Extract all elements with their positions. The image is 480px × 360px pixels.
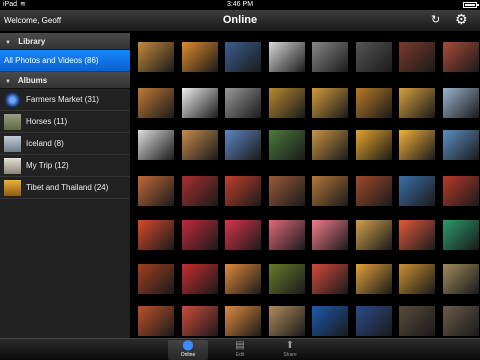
photo-thumbnail[interactable]: [399, 88, 435, 118]
sidebar-item-horses[interactable]: Horses (11): [0, 111, 130, 133]
photo-thumbnail[interactable]: [182, 220, 218, 250]
tab-share[interactable]: ⬆ Share: [270, 340, 310, 360]
photo-thumbnail[interactable]: [182, 130, 218, 160]
photo-thumbnail[interactable]: [443, 130, 479, 160]
photo-thumbnail[interactable]: [225, 130, 261, 160]
photo-thumbnail[interactable]: [356, 264, 392, 294]
photo-thumbnail[interactable]: [443, 176, 479, 206]
photo-thumbnail[interactable]: [182, 264, 218, 294]
photo-thumbnail[interactable]: [225, 88, 261, 118]
albums-section-header[interactable]: ▼ Albums: [0, 72, 130, 89]
refresh-icon[interactable]: ↻: [431, 13, 440, 26]
photo-thumbnail[interactable]: [399, 130, 435, 160]
photo-thumbnail[interactable]: [269, 264, 305, 294]
photo-thumbnail[interactable]: [399, 176, 435, 206]
album-thumbnail: [4, 180, 21, 196]
photo-thumbnail[interactable]: [225, 42, 261, 72]
photo-thumbnail[interactable]: [269, 176, 305, 206]
library-header-label: Library: [18, 37, 46, 46]
photo-thumbnail[interactable]: [269, 306, 305, 336]
album-thumbnail: [4, 114, 21, 130]
tab-label: Share: [283, 352, 297, 358]
photo-thumbnail[interactable]: [269, 88, 305, 118]
photo-thumbnail[interactable]: [138, 88, 174, 118]
photo-thumbnail[interactable]: [182, 306, 218, 336]
photo-thumbnail[interactable]: [356, 130, 392, 160]
photo-thumbnail[interactable]: [443, 88, 479, 118]
photo-thumbnail[interactable]: [225, 264, 261, 294]
photo-thumbnail[interactable]: [225, 220, 261, 250]
sidebar-item-iceland[interactable]: Iceland (8): [0, 133, 130, 155]
tab-bar: ⬤ Online ▤ Edit ⬆ Share: [0, 338, 480, 360]
sidebar-item-farmers-market[interactable]: Farmers Market (31): [0, 89, 130, 111]
sidebar-item-label: All Photos and Videos (86): [4, 56, 99, 65]
photo-thumbnail[interactable]: [356, 306, 392, 336]
photo-thumbnail[interactable]: [356, 220, 392, 250]
photo-thumbnail[interactable]: [356, 176, 392, 206]
albums-header-label: Albums: [17, 76, 48, 85]
photo-thumbnail[interactable]: [399, 42, 435, 72]
photo-thumbnail[interactable]: [312, 130, 348, 160]
photo-thumbnail[interactable]: [269, 220, 305, 250]
photo-thumbnail[interactable]: [138, 42, 174, 72]
sidebar-item-tibet-and-thailand[interactable]: Tibet and Thailand (24): [0, 177, 130, 199]
photo-thumbnail[interactable]: [312, 88, 348, 118]
disclosure-triangle-icon: ▼: [5, 40, 11, 46]
sidebar-item-label: Farmers Market (31): [26, 95, 99, 104]
photo-thumbnail[interactable]: [312, 264, 348, 294]
page-title: Online: [222, 14, 258, 26]
disclosure-triangle-icon: ▼: [5, 79, 11, 85]
photo-thumbnail[interactable]: [356, 42, 392, 72]
sidebar-item-label: My Trip (12): [26, 161, 69, 170]
photo-thumbnail[interactable]: [312, 176, 348, 206]
photo-thumbnail[interactable]: [182, 176, 218, 206]
photo-thumbnail[interactable]: [356, 88, 392, 118]
battery-icon: [463, 2, 479, 8]
photo-thumbnail[interactable]: [443, 220, 479, 250]
photo-thumbnail[interactable]: [138, 264, 174, 294]
photo-thumbnail[interactable]: [225, 306, 261, 336]
photo-thumbnail[interactable]: [138, 176, 174, 206]
photo-thumbnail[interactable]: [443, 264, 479, 294]
sidebar-item-my-trip[interactable]: My Trip (12): [0, 155, 130, 177]
gear-icon[interactable]: ⚙: [455, 11, 468, 28]
tab-edit[interactable]: ▤ Edit: [220, 340, 260, 360]
navigation-bar: Welcome, Geoff Online ↻ ⚙: [0, 10, 480, 32]
online-icon: ⬤: [182, 340, 194, 351]
sidebar: ▼ Library All Photos and Videos (86) ▼ A…: [0, 33, 131, 338]
photo-thumbnail[interactable]: [225, 176, 261, 206]
photo-thumbnail[interactable]: [269, 42, 305, 72]
photo-thumbnail[interactable]: [182, 42, 218, 72]
edit-icon: ▤: [235, 340, 245, 351]
clock: 3:46 PM: [226, 1, 254, 8]
sidebar-item-label: Tibet and Thailand (24): [26, 183, 109, 192]
photo-thumbnail[interactable]: [182, 88, 218, 118]
photo-thumbnail[interactable]: [443, 42, 479, 72]
library-section-header[interactable]: ▼ Library: [0, 33, 130, 50]
photo-thumbnail[interactable]: [138, 306, 174, 336]
photo-thumbnail[interactable]: [138, 130, 174, 160]
album-thumbnail: [4, 158, 21, 174]
share-icon: ⬆: [285, 340, 295, 351]
tab-label: Edit: [235, 352, 245, 358]
photo-thumbnail[interactable]: [443, 306, 479, 336]
photo-thumbnail[interactable]: [399, 264, 435, 294]
status-bar: iPad ≋ 3:46 PM: [0, 0, 480, 10]
photo-thumbnail[interactable]: [399, 220, 435, 250]
tab-label: Online: [180, 352, 196, 358]
photo-thumbnail[interactable]: [312, 220, 348, 250]
photo-thumbnail[interactable]: [312, 42, 348, 72]
sidebar-item-all-photos[interactable]: All Photos and Videos (86): [0, 50, 130, 72]
sidebar-item-label: Iceland (8): [26, 139, 64, 148]
album-thumbnail: [4, 136, 21, 152]
photo-thumbnail[interactable]: [138, 220, 174, 250]
sidebar-item-label: Horses (11): [26, 117, 68, 126]
photo-thumbnail[interactable]: [312, 306, 348, 336]
album-thumbnail: [4, 92, 21, 108]
photo-thumbnail[interactable]: [269, 130, 305, 160]
tab-online[interactable]: ⬤ Online: [168, 340, 208, 360]
photo-thumbnail[interactable]: [399, 306, 435, 336]
photo-grid: [132, 33, 480, 338]
